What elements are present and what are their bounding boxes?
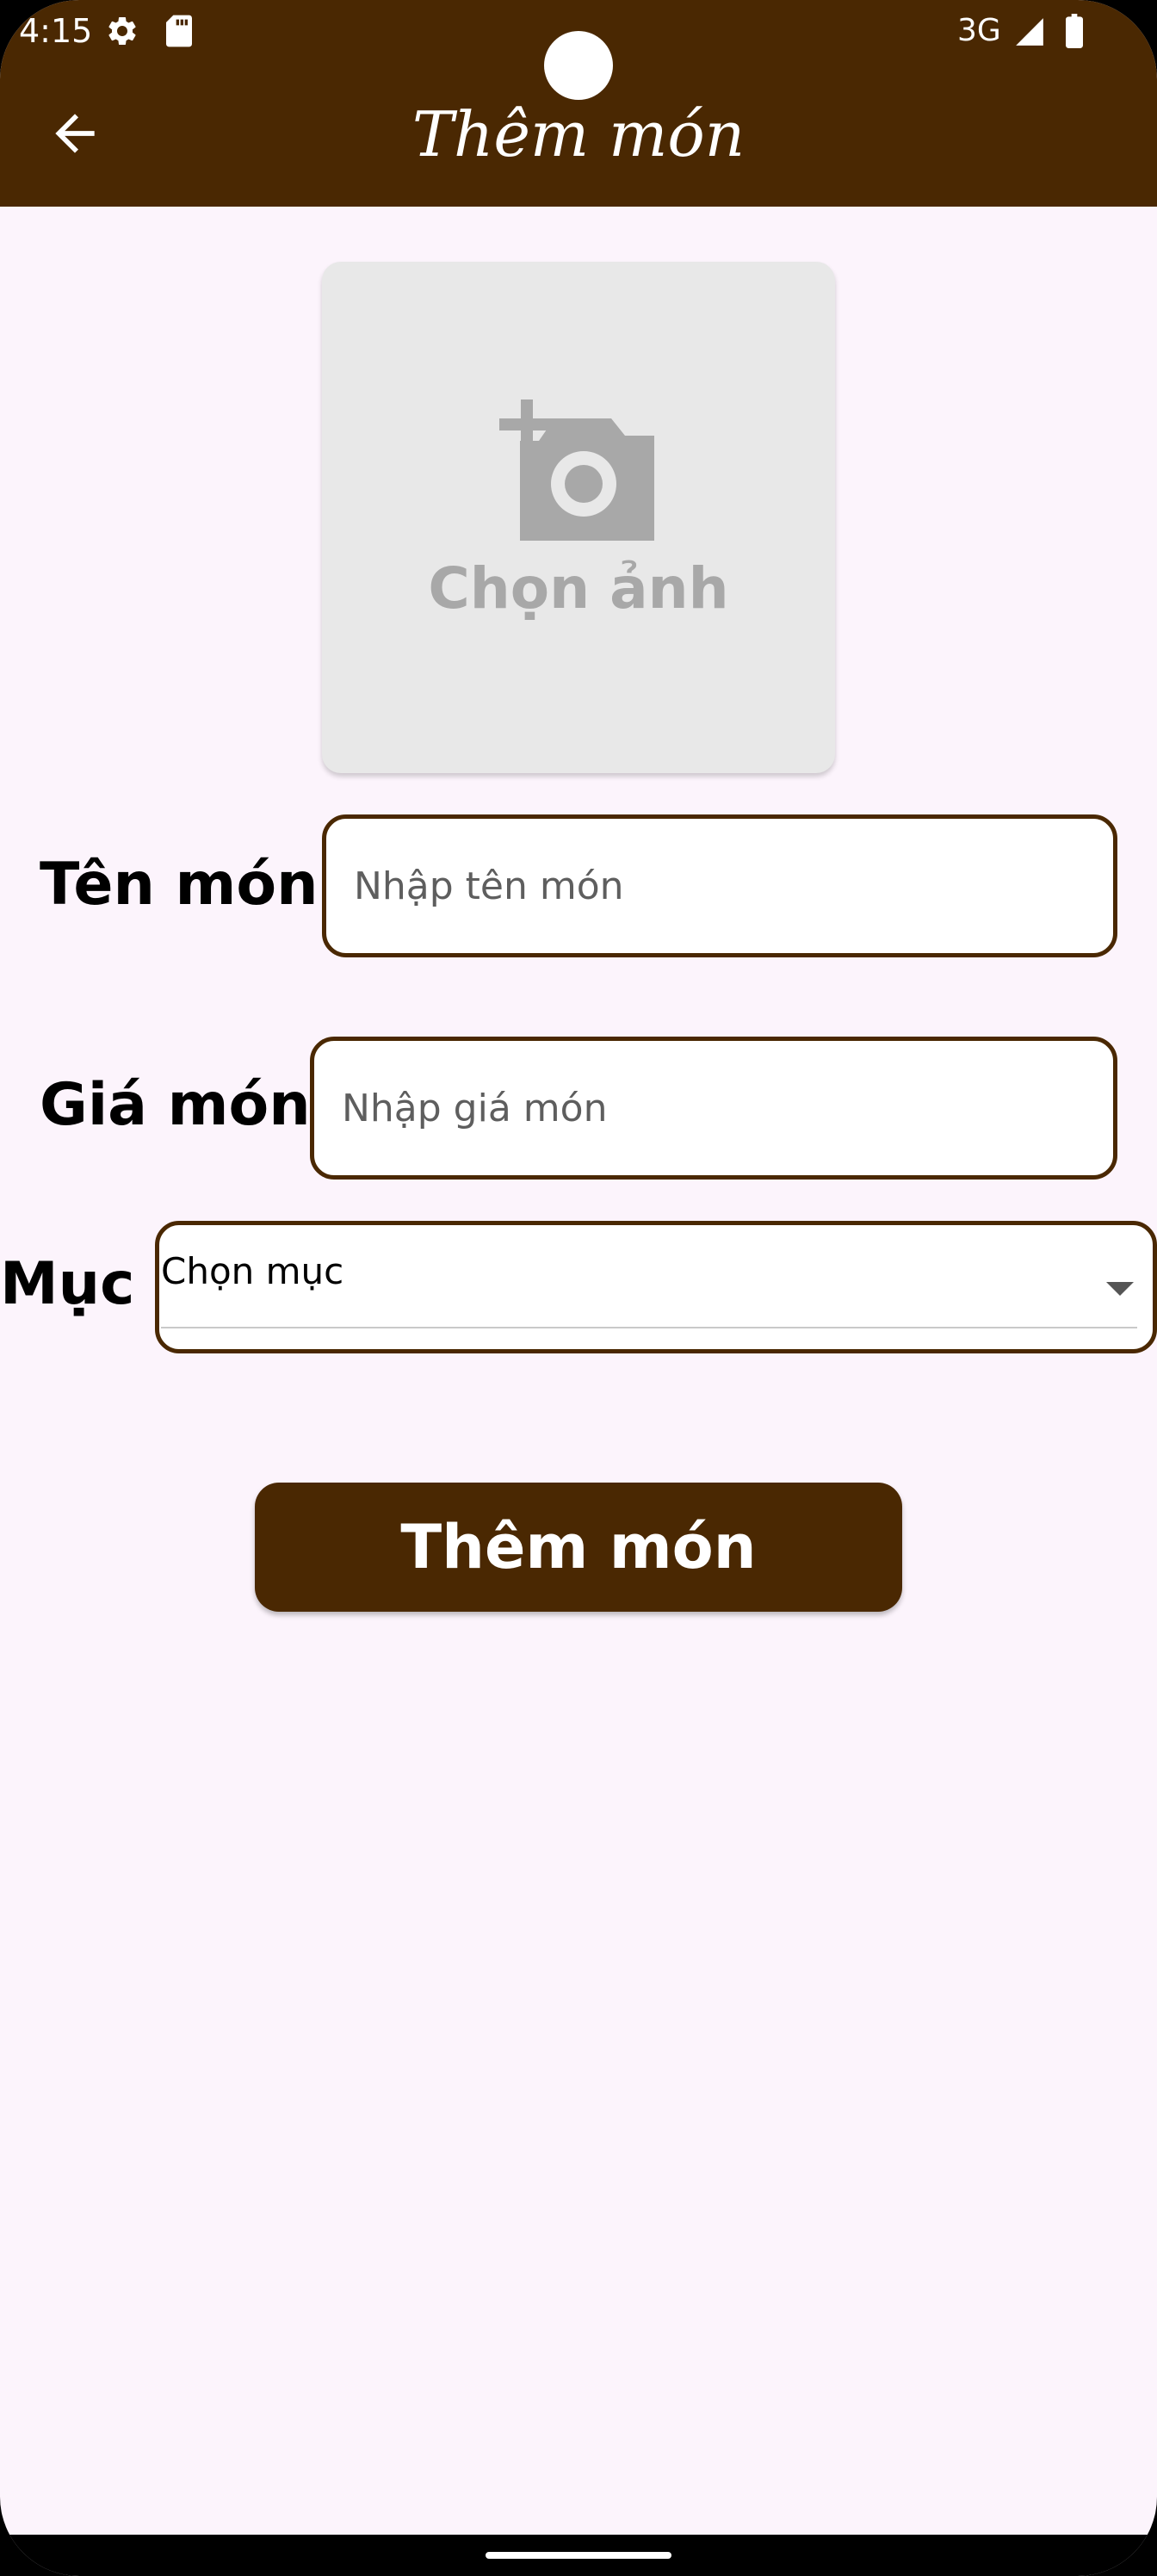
add-dish-button[interactable]: Thêm món	[255, 1483, 902, 1612]
network-type: 3G	[957, 13, 1001, 48]
category-label: Mục	[0, 1250, 135, 1318]
dropdown-underline	[161, 1327, 1137, 1328]
dish-price-input[interactable]	[310, 1037, 1117, 1180]
dropdown-arrow-icon	[1106, 1282, 1134, 1296]
image-picker[interactable]: Chọn ảnh	[322, 262, 835, 773]
camera-cutout	[544, 31, 613, 100]
dish-price-label: Giá món	[40, 1071, 311, 1139]
dish-name-label: Tên món	[40, 851, 319, 919]
sd-card-icon	[164, 14, 195, 53]
status-time: 4:15	[19, 12, 93, 50]
signal-icon	[1012, 15, 1047, 53]
app-screen: 4:15 3G Thêm món Chọn ảnh Tên món Nhập t…	[0, 0, 1157, 2576]
category-selected-value: Chọn mục	[161, 1250, 344, 1292]
app-bar: 4:15 3G Thêm món	[0, 0, 1157, 207]
home-indicator[interactable]	[486, 2552, 671, 2559]
image-picker-label: Chọn ảnh	[428, 555, 729, 622]
dish-name-input[interactable]	[322, 814, 1117, 957]
gear-icon	[105, 14, 139, 53]
add-photo-icon	[499, 399, 654, 541]
category-dropdown[interactable]: Chọn mục	[155, 1221, 1157, 1353]
page-title: Thêm món	[411, 98, 746, 170]
battery-icon	[1064, 14, 1085, 53]
